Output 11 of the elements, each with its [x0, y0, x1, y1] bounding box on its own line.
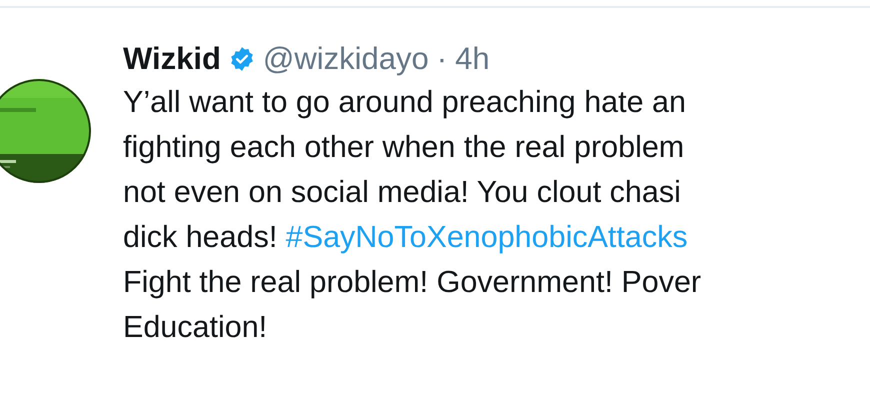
- separator: ·: [436, 41, 448, 77]
- tweet-text: dick heads!: [123, 220, 278, 254]
- author-handle[interactable]: @wizkidayo: [262, 41, 429, 77]
- hashtag-link[interactable]: #SayNoToXenophobicAttacks: [286, 220, 688, 254]
- tweet-text: Education!: [123, 310, 268, 344]
- tweet-text: not even on social media! You clout chasi: [123, 175, 681, 209]
- tweet-time[interactable]: 4h: [455, 41, 490, 77]
- tweet-text: fighting each other when the real problem: [123, 130, 684, 164]
- tweet-text: Fight the real problem! Government! Pover: [123, 265, 702, 299]
- author-name[interactable]: Wizkid: [123, 41, 221, 77]
- tweet-text: Y’all want to go around preaching hate an: [123, 85, 686, 119]
